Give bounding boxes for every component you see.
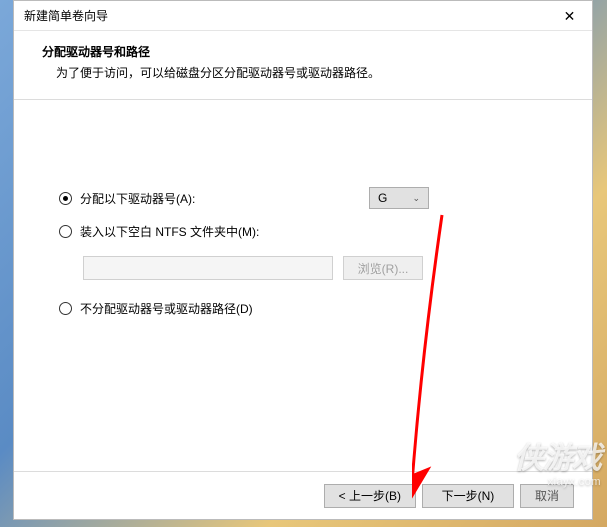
page-title: 分配驱动器号和路径 — [42, 43, 564, 60]
option-no-assign[interactable]: 不分配驱动器号或驱动器路径(D) — [59, 300, 547, 317]
next-button[interactable]: 下一步(N) — [422, 484, 514, 508]
watermark-url: xiayx.com — [514, 476, 601, 489]
drive-letter-value: G — [378, 191, 387, 205]
label-none: 不分配驱动器号或驱动器路径(D) — [80, 300, 253, 317]
close-button[interactable]: ✕ — [547, 1, 592, 31]
footer-buttons: < 上一步(B) 下一步(N) 取消 — [14, 471, 592, 519]
watermark: 侠游戏 xiayx.com — [514, 442, 601, 489]
watermark-logo: 侠游戏 — [514, 442, 601, 477]
close-icon: ✕ — [564, 8, 576, 25]
browse-button: 浏览(R)... — [343, 256, 423, 280]
header-section: 分配驱动器号和路径 为了便于访问，可以给磁盘分区分配驱动器号或驱动器路径。 — [14, 31, 592, 100]
chevron-down-icon: ⌄ — [412, 193, 420, 204]
radio-assign[interactable] — [59, 192, 72, 205]
label-mount: 装入以下空白 NTFS 文件夹中(M): — [80, 223, 259, 240]
option-assign-drive[interactable]: 分配以下驱动器号(A): G ⌄ — [59, 190, 547, 207]
window-title: 新建简单卷向导 — [24, 7, 108, 24]
back-button[interactable]: < 上一步(B) — [324, 484, 416, 508]
radio-mount[interactable] — [59, 225, 72, 238]
page-description: 为了便于访问，可以给磁盘分区分配驱动器号或驱动器路径。 — [42, 64, 564, 81]
mount-path-row: 浏览(R)... — [83, 256, 547, 280]
content-area: 分配以下驱动器号(A): G ⌄ 装入以下空白 NTFS 文件夹中(M): 浏览… — [14, 100, 592, 471]
option-mount-folder[interactable]: 装入以下空白 NTFS 文件夹中(M): — [59, 223, 547, 240]
drive-letter-select[interactable]: G ⌄ — [369, 187, 429, 209]
mount-path-input — [83, 256, 333, 280]
titlebar: 新建简单卷向导 ✕ — [14, 1, 592, 31]
wizard-dialog: 新建简单卷向导 ✕ 分配驱动器号和路径 为了便于访问，可以给磁盘分区分配驱动器号… — [13, 0, 593, 520]
radio-none[interactable] — [59, 302, 72, 315]
label-assign: 分配以下驱动器号(A): — [80, 190, 195, 207]
